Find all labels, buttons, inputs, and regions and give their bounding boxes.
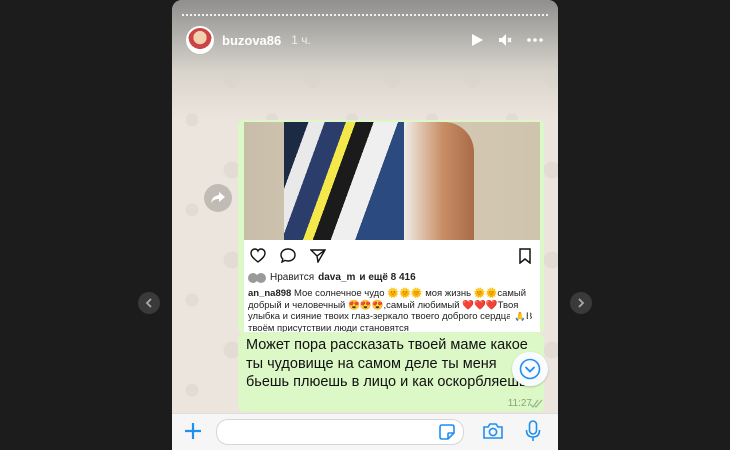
likes-user: dava_m — [318, 272, 356, 283]
story-controls — [470, 33, 544, 47]
microphone-icon[interactable] — [524, 419, 542, 443]
post-likes: Нравится dava_m и ещё 8 416 — [248, 272, 416, 283]
next-story-button[interactable] — [570, 292, 592, 314]
photo-shirt — [284, 122, 404, 240]
comment-icon — [280, 248, 296, 263]
caption-text: Мое солнечное чудо 🌞🌞🌞 моя жизнь 🌞🌞самый… — [248, 288, 533, 332]
chevron-right-icon — [578, 298, 585, 308]
chevron-left-icon — [145, 298, 152, 308]
caption-user: an_na898 — [248, 288, 292, 299]
liker-avatar — [256, 272, 266, 283]
story-username[interactable]: buzova86 — [222, 33, 281, 48]
post-photo — [244, 122, 540, 240]
play-icon[interactable] — [470, 33, 484, 47]
forward-button[interactable] — [204, 184, 232, 212]
post-caption: an_na898 Мое солнечное чудо 🌞🌞🌞 моя жизн… — [248, 288, 536, 332]
share-icon — [310, 249, 326, 263]
more-options-icon[interactable] — [526, 33, 544, 47]
message-time: 11:27 — [507, 398, 532, 409]
message-input[interactable] — [216, 419, 464, 445]
heart-icon — [250, 248, 266, 263]
camera-icon[interactable] — [482, 421, 504, 441]
plus-icon[interactable] — [182, 420, 204, 442]
likes-label: Нравится — [270, 272, 315, 283]
post-actions — [250, 248, 534, 264]
gallery-icon — [510, 310, 530, 326]
instagram-post-screenshot[interactable]: Нравится dava_m и ещё 8 416 an_na898 Мое… — [244, 122, 540, 332]
sticker-icon[interactable] — [438, 423, 456, 441]
likes-rest: и ещё 8 416 — [359, 272, 416, 283]
story-time: 1 ч. — [291, 33, 311, 47]
story-viewer: buzova86 1 ч. Нравится dava_m и ещё 8 41… — [172, 0, 558, 450]
message-compose-bar — [172, 413, 558, 450]
chevron-down-icon — [519, 358, 541, 380]
header-shade — [172, 0, 558, 120]
message-text: Может пора рассказать твоей маме какое т… — [246, 337, 528, 390]
scroll-down-button[interactable] — [512, 352, 548, 386]
story-header: buzova86 1 ч. — [186, 26, 544, 54]
photo-arm — [404, 122, 474, 240]
avatar[interactable] — [186, 26, 214, 54]
mute-icon[interactable] — [498, 33, 512, 47]
previous-story-button[interactable] — [138, 292, 160, 314]
story-progress-bar — [182, 14, 548, 18]
read-ticks-icon — [530, 399, 543, 408]
forward-icon — [211, 192, 225, 203]
bookmark-icon — [519, 248, 531, 264]
